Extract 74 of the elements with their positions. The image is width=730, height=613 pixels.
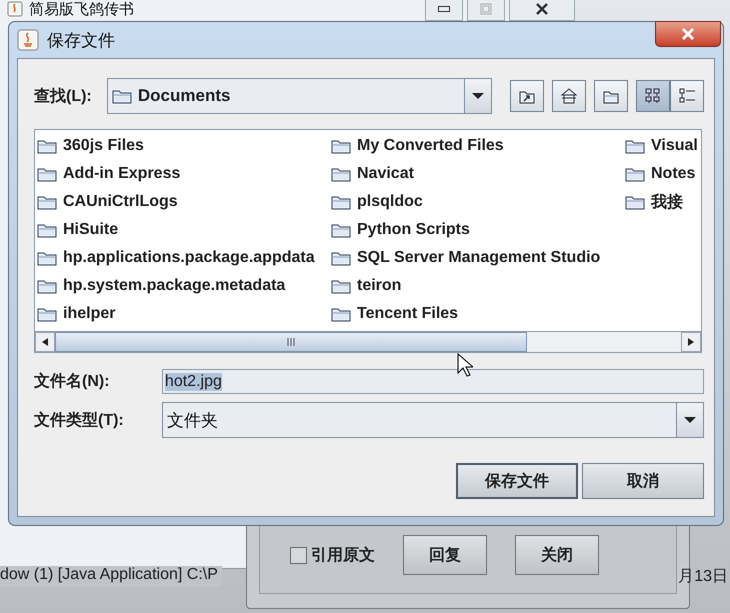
window-title: 保存文件 — [47, 30, 115, 52]
folder-item[interactable]: SQL Server Management Studio — [331, 244, 625, 272]
dropdown-arrow-icon — [683, 416, 697, 424]
dialog-button[interactable]: 回复 — [403, 535, 487, 575]
maximize-icon — [479, 2, 493, 16]
folder-icon — [331, 194, 351, 210]
date-text: 月13日 — [678, 567, 729, 587]
folder-item[interactable]: Add-in Express — [37, 160, 331, 188]
right-arrow-icon — [687, 337, 695, 347]
folder-icon — [37, 138, 57, 154]
folder-icon — [331, 250, 351, 266]
folder-item[interactable]: hp.system.package.metadata — [37, 272, 331, 300]
dialog-button[interactable]: 保存文件 — [456, 463, 578, 499]
dialog-button[interactable]: 取消 — [582, 463, 704, 499]
folder-icon — [625, 138, 645, 154]
folder-icon — [37, 222, 57, 238]
folder-item[interactable]: HiSuite — [37, 216, 331, 244]
folder-icon — [37, 166, 57, 182]
details-view-icon — [678, 87, 696, 105]
folder-name: Documents — [138, 86, 230, 106]
folder-icon — [331, 278, 351, 294]
folder-item[interactable]: My Converted Files — [331, 132, 625, 160]
folder-item[interactable]: Tencent Files — [331, 300, 625, 328]
dialog-button[interactable]: 关闭 — [515, 535, 599, 575]
java-icon — [17, 29, 39, 51]
toolbar-button[interactable] — [636, 80, 670, 112]
folder-item[interactable]: Notes — [625, 160, 701, 188]
window-title: 简易版飞鸽传书 — [29, 0, 134, 18]
folder-icon — [331, 138, 351, 154]
look-in-dropdown[interactable]: Documents — [106, 78, 492, 114]
file-name-label: 文件名(N): — [34, 371, 111, 392]
folder-icon — [331, 222, 351, 238]
scrollbar[interactable] — [35, 331, 701, 352]
dropdown-arrow-icon — [471, 92, 485, 100]
checkbox[interactable] — [290, 546, 307, 564]
folder-item[interactable]: teiron — [331, 272, 625, 300]
folder-icon — [37, 194, 57, 210]
toolbar-button[interactable] — [510, 80, 544, 112]
folder-item[interactable]: 360js Files — [37, 132, 331, 160]
file-type-label: 文件类型(T): — [34, 410, 125, 430]
close-icon — [533, 2, 551, 16]
folder-icon — [331, 306, 351, 322]
folder-icon — [112, 88, 132, 104]
folder-icon — [37, 306, 57, 322]
folder-icon — [37, 250, 57, 266]
close-button[interactable] — [655, 21, 721, 47]
minimize-icon — [438, 6, 450, 12]
folder-item[interactable]: ihelper — [37, 300, 331, 328]
grip-icon — [287, 337, 295, 347]
file-type-dropdown[interactable]: 文件夹 — [162, 402, 704, 438]
left-arrow-icon — [41, 337, 49, 347]
folder-icon — [37, 278, 57, 294]
house-icon — [560, 87, 578, 105]
close-button[interactable] — [509, 0, 575, 21]
folder-icon — [331, 166, 351, 182]
console-text: dow (1) [Java Application] C:\P — [0, 566, 222, 587]
toolbar-button[interactable] — [552, 80, 586, 112]
minimize-button[interactable] — [425, 0, 463, 21]
folder-item[interactable]: Visual — [625, 132, 701, 160]
folder-item[interactable]: CAUniCtrlLogs — [37, 188, 331, 216]
look-in-label: 查找(L): — [34, 86, 93, 106]
folder-icon — [625, 194, 645, 210]
list-view-icon — [644, 87, 662, 105]
folder-item[interactable]: hp.applications.package.appdata — [37, 244, 331, 272]
toolbar-button[interactable] — [670, 80, 704, 112]
folder-item[interactable]: Navicat — [331, 160, 625, 188]
toolbar-button[interactable] — [594, 80, 628, 112]
folder-icon — [625, 166, 645, 182]
checkbox-label: 引用原文 — [311, 545, 375, 566]
folder-item[interactable]: 我接 — [625, 188, 701, 216]
scrollbar-thumb[interactable] — [55, 332, 527, 352]
folder-item[interactable]: plsqldoc — [331, 188, 625, 216]
file-name-field[interactable]: hot2.jpg — [162, 369, 704, 394]
folder-item[interactable]: Python Scripts — [331, 216, 625, 244]
